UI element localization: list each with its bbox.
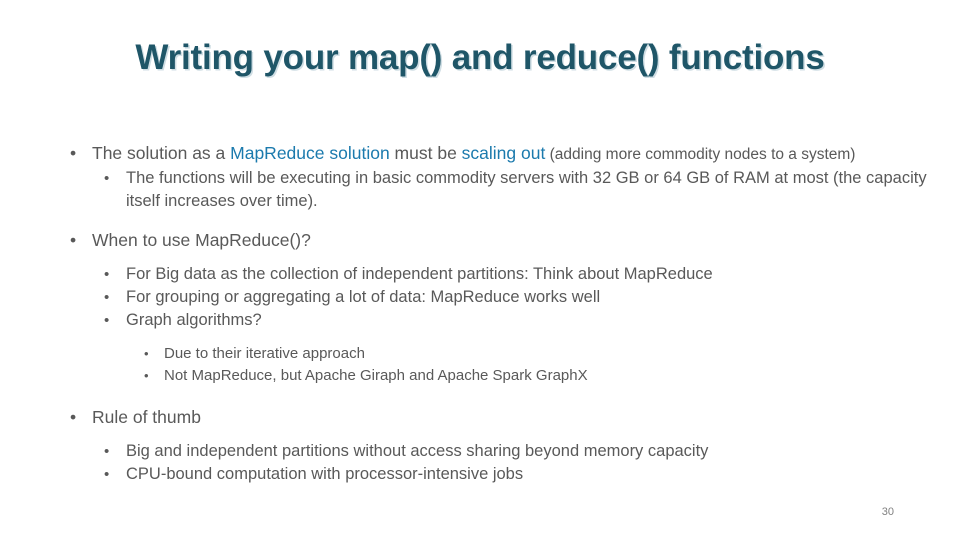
bullet-marker-icon: • xyxy=(104,466,110,483)
bullet-level2-grouping-aggregating: • For grouping or aggregating a lot of d… xyxy=(104,286,960,309)
bullet-level1-solution: • The solution as a MapReduce solution m… xyxy=(70,141,960,167)
bullet-text: The solution as a MapReduce solution mus… xyxy=(92,141,960,167)
bullet-text: Due to their iterative approach xyxy=(164,345,365,362)
bullet-level1-rule-of-thumb: • Rule of thumb xyxy=(70,405,960,429)
accent-mapreduce-solution: MapReduce solution xyxy=(230,143,390,163)
bullet-text: Not MapReduce, but Apache Giraph and Apa… xyxy=(164,367,588,384)
bullet-level1-when-to-use: • When to use MapReduce()? xyxy=(70,228,960,252)
bullet-text: For grouping or aggregating a lot of dat… xyxy=(126,288,601,306)
bullet-text: When to use MapReduce()? xyxy=(92,230,311,250)
bullet-marker-icon: • xyxy=(70,407,77,427)
bullet-marker-icon: • xyxy=(144,368,149,383)
bullet-text: Graph algorithms? xyxy=(126,311,262,329)
bullet-marker-icon: • xyxy=(104,312,110,329)
bullet-text: The functions will be executing in basic… xyxy=(126,169,927,210)
bullet-text-parenthetical: (adding more commodity nodes to a system… xyxy=(545,146,856,163)
slide-title: Writing your map() and reduce() function… xyxy=(135,38,825,77)
bullet-level3-iterative-approach: • Due to their iterative approach xyxy=(144,343,960,365)
bullet-text-segment: The solution as a xyxy=(92,143,231,163)
bullet-level3-giraph-graphx: • Not MapReduce, but Apache Giraph and A… xyxy=(144,365,960,387)
bullet-marker-icon: • xyxy=(70,230,77,250)
bullet-marker-icon: • xyxy=(70,143,77,163)
accent-scaling-out: scaling out xyxy=(461,143,546,163)
bullet-marker-icon: • xyxy=(104,266,110,283)
bullet-text: CPU-bound computation with processor-int… xyxy=(126,465,524,483)
bullet-text-segment: must be xyxy=(389,143,462,163)
bullet-level2-graph-algorithms: • Graph algorithms? xyxy=(104,309,960,332)
bullet-level2-big-data-partitions: • For Big data as the collection of inde… xyxy=(104,263,960,286)
slide-body: • The solution as a MapReduce solution m… xyxy=(0,141,960,486)
bullet-level2-independent-partitions: • Big and independent partitions without… xyxy=(104,440,960,463)
bullet-text: Big and independent partitions without a… xyxy=(126,442,709,460)
bullet-marker-icon: • xyxy=(104,443,110,460)
bullet-level2-cpu-bound: • CPU-bound computation with processor-i… xyxy=(104,463,960,486)
bullet-text: Rule of thumb xyxy=(92,407,201,427)
bullet-marker-icon: • xyxy=(144,346,149,361)
presentation-slide: Writing your map() and reduce() function… xyxy=(0,0,960,540)
bullet-level2-functions-executing: • The functions will be executing in bas… xyxy=(104,167,960,213)
bullet-marker-icon: • xyxy=(104,289,110,306)
page-number: 30 xyxy=(881,506,894,518)
bullet-marker-icon: • xyxy=(104,170,110,187)
bullet-text: For Big data as the collection of indepe… xyxy=(126,265,713,283)
